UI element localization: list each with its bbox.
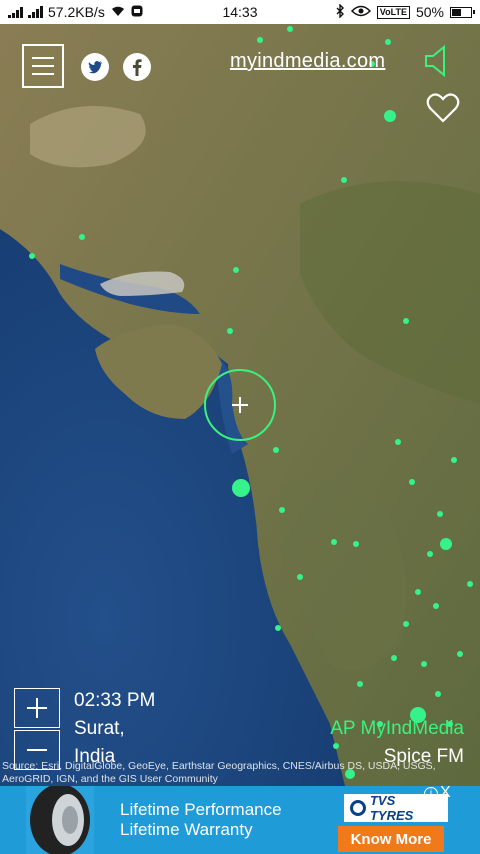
- ad-close-icon[interactable]: X: [440, 784, 451, 802]
- bluetooth-icon: [335, 2, 345, 21]
- ad-line-1: Lifetime Performance: [120, 800, 282, 819]
- local-time: 02:33 PM: [74, 690, 156, 711]
- heart-icon[interactable]: [426, 92, 460, 124]
- signal-icon-2: [28, 6, 43, 18]
- zoom-in-button[interactable]: [14, 688, 60, 728]
- ad-banner[interactable]: Lifetime Performance Lifetime Warranty T…: [0, 784, 480, 854]
- tyre-image: [26, 784, 94, 854]
- brand-link[interactable]: myindmedia.com: [230, 50, 385, 73]
- station-primary[interactable]: AP MyIndMedia: [330, 718, 464, 740]
- ad-cta-button[interactable]: Know More: [338, 826, 444, 852]
- battery-percent: 50%: [415, 4, 444, 20]
- speaker-icon[interactable]: [422, 44, 452, 78]
- satellite-map[interactable]: [0, 24, 480, 786]
- network-speed: 57.2KB/s: [48, 4, 105, 20]
- status-time: 14:33: [222, 4, 258, 20]
- battery-icon: [450, 6, 475, 18]
- notification-icon: [131, 4, 143, 20]
- twitter-icon[interactable]: [80, 52, 110, 82]
- menu-button[interactable]: [22, 44, 64, 88]
- ad-line-2: Lifetime Warranty: [120, 820, 253, 839]
- wifi-icon: [110, 4, 126, 20]
- volte-badge: VoLTE: [376, 5, 410, 19]
- ad-headline: Lifetime Performance Lifetime Warranty: [120, 800, 282, 840]
- signal-icon: [8, 6, 23, 18]
- facebook-icon[interactable]: [122, 52, 152, 82]
- menu-icon: [32, 57, 54, 59]
- status-left: 57.2KB/s: [8, 4, 198, 20]
- eye-icon: [350, 4, 371, 20]
- status-bar: 57.2KB/s 14:33 VoLTE 50%: [0, 0, 480, 24]
- city-name: Surat,: [74, 718, 125, 739]
- map-terrain: [0, 24, 480, 786]
- map-attribution: Source: Esri, DigitalGlobe, GeoEye, Eart…: [2, 760, 436, 785]
- brand-mark-icon: [350, 800, 366, 816]
- ad-info-icon[interactable]: i: [424, 787, 438, 801]
- status-right: VoLTE 50%: [282, 2, 475, 21]
